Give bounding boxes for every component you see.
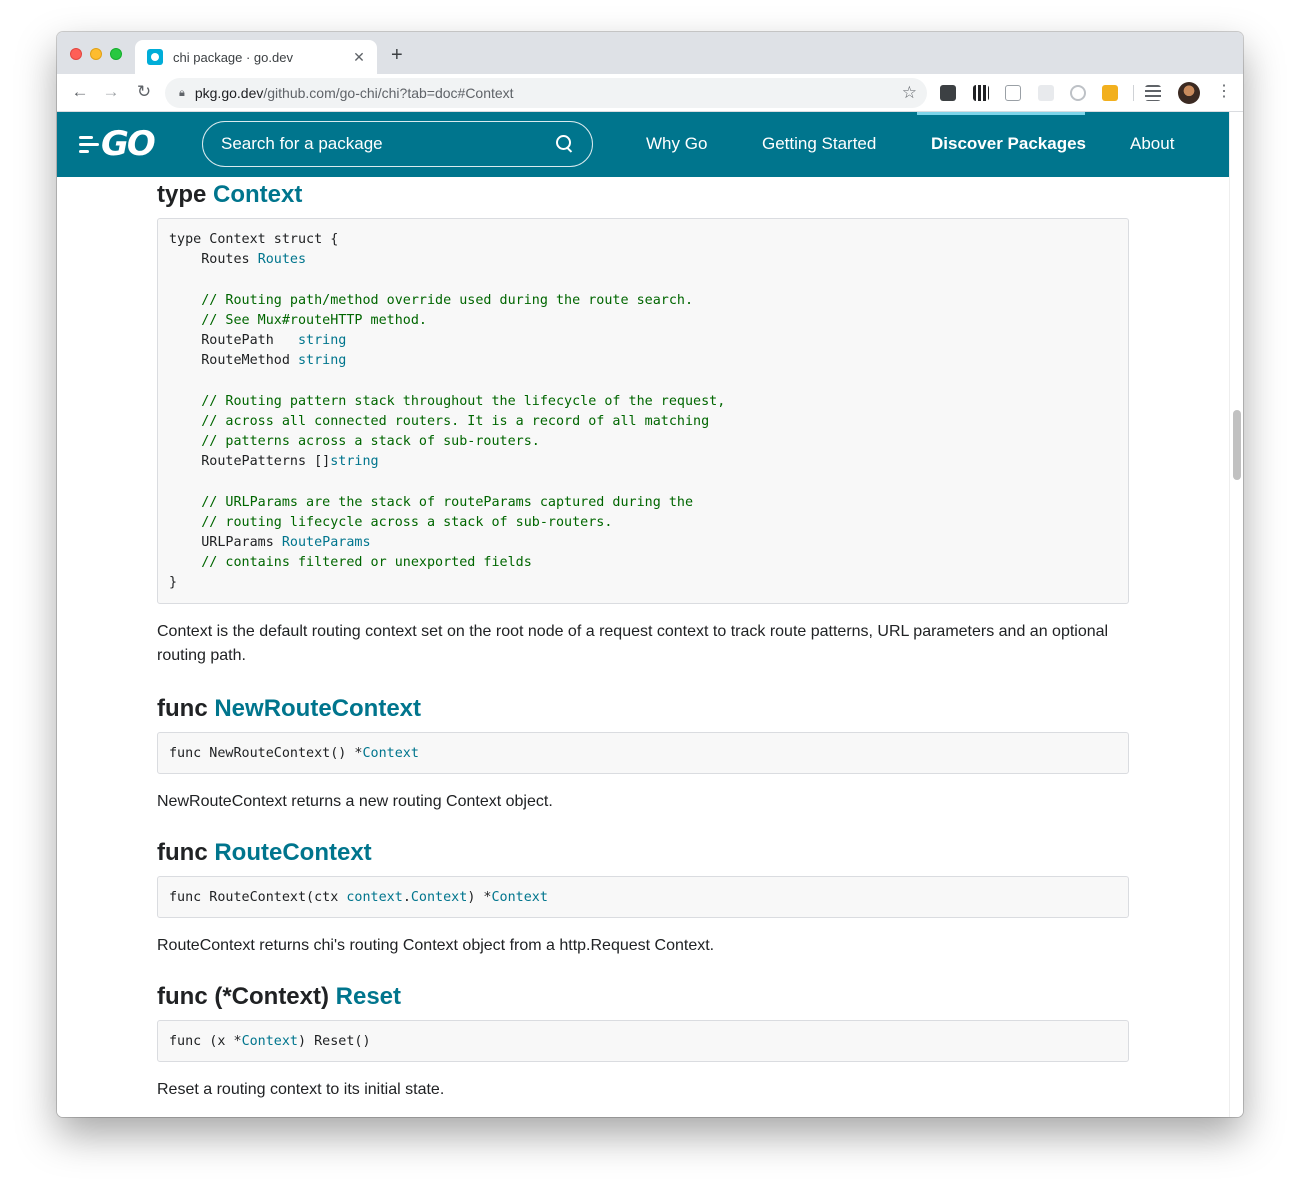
nav-discover-packages[interactable]: Discover Packages bbox=[931, 134, 1086, 154]
toolbar-divider bbox=[1133, 85, 1134, 101]
extension-lightbulb-icon[interactable] bbox=[940, 85, 956, 101]
browser-tab[interactable]: chi package · go.dev ✕ bbox=[135, 40, 377, 74]
nav-about[interactable]: About bbox=[1130, 134, 1174, 154]
type-context-heading: type Context bbox=[157, 181, 303, 208]
url-text[interactable]: pkg.go.dev/github.com/go-chi/chi?tab=doc… bbox=[195, 85, 902, 101]
extension-seo-icon[interactable] bbox=[1005, 85, 1021, 101]
context-type-link[interactable]: Context bbox=[362, 746, 418, 761]
forward-arrow-icon[interactable]: → bbox=[100, 82, 122, 102]
context-struct-code: type Context struct { Routes Routes // R… bbox=[157, 218, 1129, 604]
go-logo-speed-lines-icon bbox=[79, 135, 99, 153]
search-placeholder: Search for a package bbox=[221, 134, 383, 153]
newroutecontext-description: NewRouteContext returns a new routing Co… bbox=[157, 793, 553, 810]
site-header: GO Search for a package Why Go Getting S… bbox=[57, 112, 1229, 177]
scrollbar-thumb[interactable] bbox=[1233, 410, 1241, 480]
bookmark-star-icon[interactable]: ☆ bbox=[902, 83, 917, 103]
routecontext-anchor-link[interactable]: RouteContext bbox=[214, 839, 371, 866]
active-nav-indicator bbox=[917, 112, 1085, 115]
context-description: Context is the default routing context s… bbox=[157, 623, 1109, 664]
routecontext-description: RouteContext returns chi's routing Conte… bbox=[157, 937, 715, 954]
page-viewport: GO Search for a package Why Go Getting S… bbox=[57, 112, 1229, 1117]
close-window-button[interactable] bbox=[70, 48, 82, 60]
string-type-link[interactable]: string bbox=[298, 333, 346, 348]
newroutecontext-anchor-link[interactable]: NewRouteContext bbox=[214, 695, 421, 722]
func-routecontext-heading: func RouteContext bbox=[157, 839, 372, 866]
string-type-link[interactable]: string bbox=[330, 454, 378, 469]
doc-content: type Context type Context struct { Route… bbox=[157, 177, 1129, 1102]
back-arrow-icon[interactable]: ← bbox=[69, 82, 91, 102]
func-newroutecontext-heading: func NewRouteContext bbox=[157, 695, 422, 722]
tab-title: chi package · go.dev bbox=[173, 49, 293, 65]
newroutecontext-signature: func NewRouteContext() *Context bbox=[157, 732, 1129, 774]
string-type-link[interactable]: string bbox=[298, 353, 346, 368]
reading-list-icon[interactable] bbox=[1145, 85, 1161, 101]
context-package-link[interactable]: context bbox=[346, 890, 402, 905]
reload-icon[interactable]: ↻ bbox=[133, 82, 155, 102]
go-logo[interactable]: GO bbox=[79, 124, 156, 164]
func-reset-heading: func (*Context) Reset bbox=[157, 983, 402, 1010]
context-type-link[interactable]: Context bbox=[492, 890, 548, 905]
routecontext-signature: func RouteContext(ctx context.Context) *… bbox=[157, 876, 1129, 918]
extension-qr-code-icon[interactable] bbox=[973, 85, 989, 101]
browser-toolbar: ← → ↻ 🔒︎ pkg.go.dev/github.com/go-chi/ch… bbox=[57, 74, 1243, 112]
context-context-type-link[interactable]: Context bbox=[411, 890, 467, 905]
tab-strip: chi package · go.dev ✕ + bbox=[57, 32, 1243, 74]
search-icon[interactable] bbox=[556, 135, 574, 153]
page-scrollbar[interactable] bbox=[1229, 112, 1243, 1117]
routeparams-type-link[interactable]: RouteParams bbox=[282, 535, 371, 550]
reset-description: Reset a routing context to its initial s… bbox=[157, 1081, 445, 1098]
profile-avatar[interactable] bbox=[1178, 82, 1200, 104]
routes-type-link[interactable]: Routes bbox=[258, 252, 306, 267]
address-bar[interactable]: 🔒︎ pkg.go.dev/github.com/go-chi/chi?tab=… bbox=[165, 78, 927, 108]
new-tab-button[interactable]: + bbox=[391, 45, 403, 65]
browser-window: chi package · go.dev ✕ + ← → ↻ 🔒︎ pkg.go… bbox=[57, 32, 1243, 1117]
nav-why-go[interactable]: Why Go bbox=[646, 134, 707, 154]
reset-signature: func (x *Context) Reset() bbox=[157, 1020, 1129, 1062]
minimize-window-button[interactable] bbox=[90, 48, 102, 60]
reset-anchor-link[interactable]: Reset bbox=[336, 983, 401, 1010]
gopher-favicon-icon bbox=[147, 49, 163, 65]
go-logo-text: GO bbox=[101, 124, 156, 164]
lock-icon[interactable]: 🔒︎ bbox=[179, 87, 185, 100]
nav-getting-started[interactable]: Getting Started bbox=[762, 134, 876, 154]
tab-close-icon[interactable]: ✕ bbox=[351, 49, 367, 66]
extension-grid-icon[interactable] bbox=[1038, 85, 1054, 101]
maximize-window-button[interactable] bbox=[110, 48, 122, 60]
extension-lock-icon[interactable] bbox=[1102, 85, 1118, 101]
package-search-input[interactable]: Search for a package bbox=[202, 121, 593, 167]
more-menu-icon[interactable]: ⋮ bbox=[1216, 83, 1232, 101]
context-type-link[interactable]: Context bbox=[242, 1034, 298, 1049]
extension-target-icon[interactable] bbox=[1070, 85, 1086, 101]
context-anchor-link[interactable]: Context bbox=[213, 181, 302, 208]
